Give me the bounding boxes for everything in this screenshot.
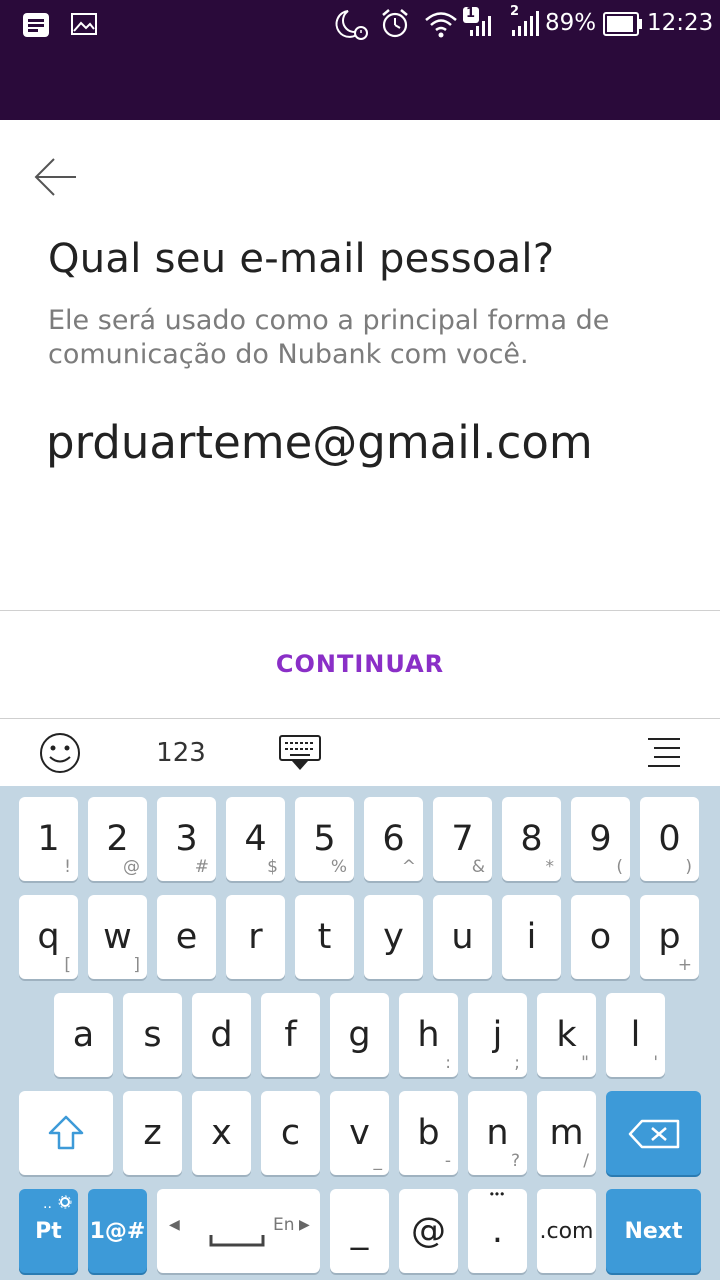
image-icon <box>71 13 97 40</box>
key-d[interactable]: d <box>192 993 251 1077</box>
battery-icon <box>603 12 643 41</box>
continue-button[interactable]: CONTINUAR <box>0 611 720 717</box>
key-v[interactable]: v _ <box>330 1091 389 1175</box>
key-period[interactable]: ••• . <box>468 1187 527 1273</box>
back-button[interactable] <box>28 150 84 206</box>
key-k[interactable]: k " <box>537 993 596 1077</box>
menu-icon <box>648 738 680 767</box>
key-j[interactable]: j; <box>468 993 527 1077</box>
key-dotcom[interactable]: .com <box>537 1189 596 1273</box>
space-right-arrow: ▶ <box>299 1216 310 1232</box>
key-o[interactable]: o <box>571 895 630 979</box>
space-key[interactable]: ◀ En ▶ <box>157 1189 320 1273</box>
key-w[interactable]: w] <box>88 895 147 979</box>
key-a[interactable]: a <box>54 993 113 1077</box>
emoji-icon <box>40 733 80 773</box>
key-r[interactable]: r <box>226 895 285 979</box>
key-f[interactable]: f <box>261 993 320 1077</box>
key-x[interactable]: x <box>192 1091 251 1175</box>
key-h[interactable]: h: <box>399 993 458 1077</box>
sim2-badge: 2 <box>510 4 520 19</box>
key-0[interactable]: 0) <box>640 797 699 881</box>
hide-keyboard-button[interactable] <box>272 719 328 787</box>
page-title: Qual seu e-mail pessoal? <box>48 236 555 282</box>
numbers-mode-button[interactable]: 123 <box>150 719 212 787</box>
email-input[interactable] <box>46 410 696 474</box>
keyboard-hide-icon <box>279 735 321 770</box>
key-1[interactable]: 1! <box>19 797 78 881</box>
key-4[interactable]: 4 $ <box>226 797 285 881</box>
keyboard: 1! 2 @ 3 # 4 $ 5% 6 ^ 7 & 8 * 9( 0) q[ w] e r … <box>0 786 720 1280</box>
emoji-button[interactable] <box>30 719 90 787</box>
key-c[interactable]: c <box>261 1091 320 1175</box>
key-l[interactable]: l ' <box>606 993 665 1077</box>
key-i[interactable]: i <box>502 895 561 979</box>
shift-key[interactable] <box>19 1091 113 1175</box>
key-n[interactable]: n? <box>468 1091 527 1175</box>
next-key[interactable]: Next <box>606 1189 701 1273</box>
notes-icon <box>22 12 50 43</box>
space-left-arrow: ◀ <box>169 1216 180 1232</box>
status-bar: 1 2 89% 12:23 <box>0 0 720 120</box>
page-subtitle: Ele será usado como a principal forma de… <box>48 305 610 370</box>
space-bar-icon <box>209 1235 265 1247</box>
key-8[interactable]: 8 * <box>502 797 561 881</box>
period-extra-dots: ••• <box>489 1187 506 1201</box>
language-key[interactable]: .. Pt <box>19 1189 78 1273</box>
key-at[interactable]: @ <box>399 1189 458 1273</box>
keyboard-menu-button[interactable] <box>636 719 692 787</box>
moon-alarm-icon <box>334 8 370 47</box>
arrow-left-icon <box>34 158 76 196</box>
key-5[interactable]: 5% <box>295 797 354 881</box>
alarm-clock-icon <box>380 8 410 45</box>
gear-icon <box>58 1195 72 1209</box>
key-2[interactable]: 2 @ <box>88 797 147 881</box>
key-p[interactable]: p + <box>640 895 699 979</box>
space-language-label: En <box>273 1215 295 1235</box>
backspace-key[interactable] <box>606 1091 701 1175</box>
key-9[interactable]: 9( <box>571 797 630 881</box>
clock: 12:23 <box>647 10 714 36</box>
key-underscore[interactable]: _ <box>330 1189 389 1273</box>
key-e[interactable]: e <box>157 895 216 979</box>
key-b[interactable]: b- <box>399 1091 458 1175</box>
symbols-key[interactable]: 1@# <box>88 1189 147 1273</box>
key-q[interactable]: q[ <box>19 895 78 979</box>
wifi-icon <box>424 10 458 45</box>
key-3[interactable]: 3 # <box>157 797 216 881</box>
backspace-icon <box>628 1119 680 1149</box>
key-g[interactable]: g <box>330 993 389 1077</box>
shift-arrow-icon <box>48 1115 84 1150</box>
key-u[interactable]: u <box>433 895 492 979</box>
key-z[interactable]: z <box>123 1091 182 1175</box>
key-t[interactable]: t <box>295 895 354 979</box>
key-7[interactable]: 7 & <box>433 797 492 881</box>
keyboard-toolbar: 123 <box>0 718 720 786</box>
battery-percent: 89% <box>545 10 597 36</box>
language-dots: .. <box>43 1195 52 1212</box>
key-6[interactable]: 6 ^ <box>364 797 423 881</box>
key-s[interactable]: s <box>123 993 182 1077</box>
sim1-badge: 1 <box>466 6 476 21</box>
key-y[interactable]: y <box>364 895 423 979</box>
key-m[interactable]: m / <box>537 1091 596 1175</box>
